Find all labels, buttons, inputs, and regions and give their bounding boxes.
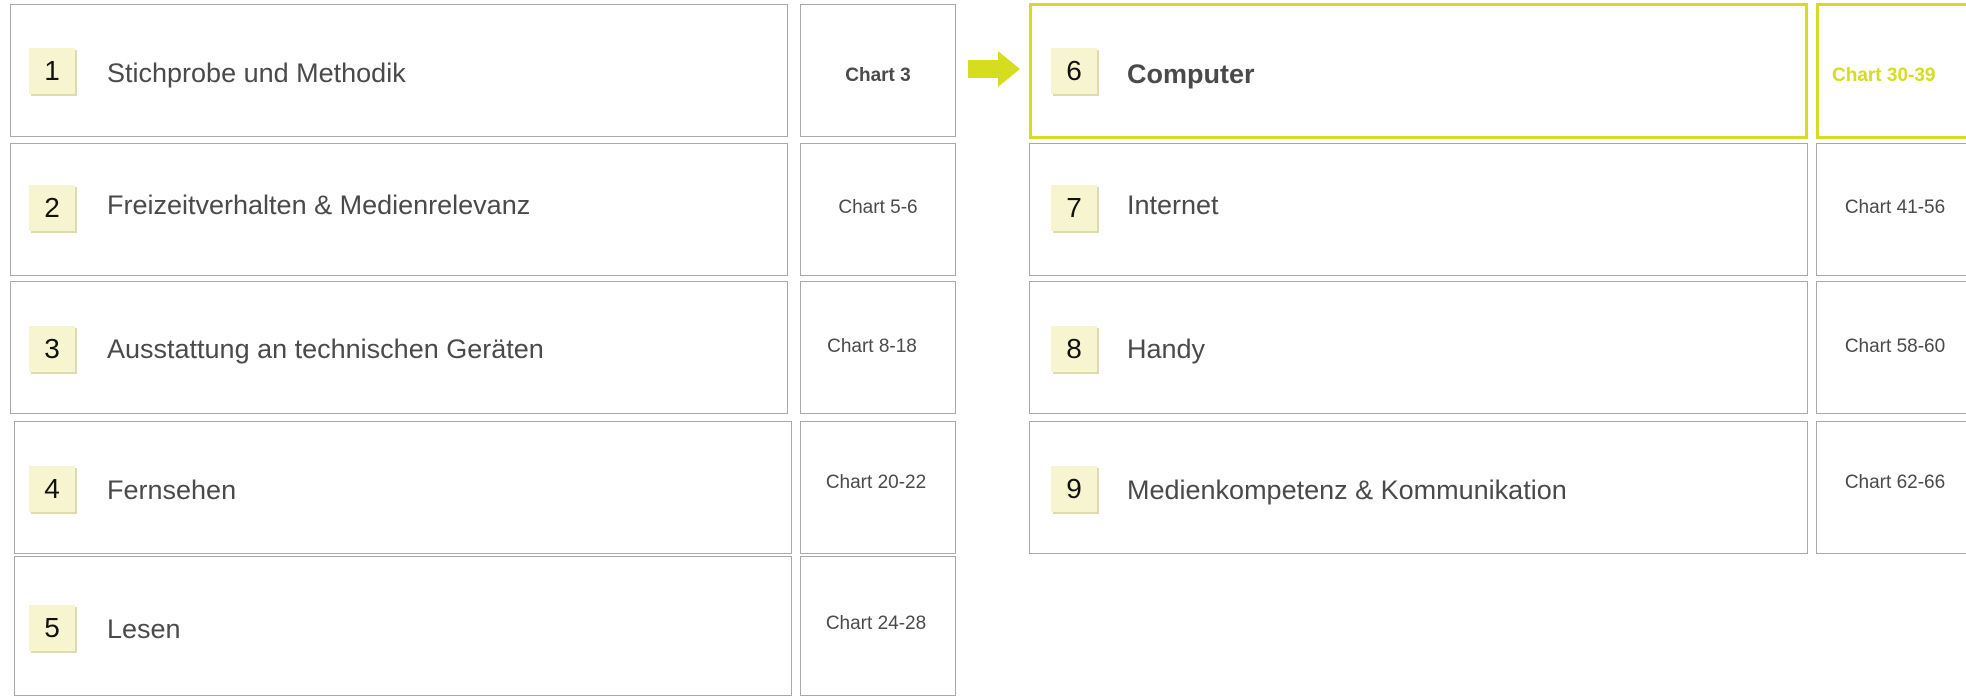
- section-title-5[interactable]: Lesen: [107, 616, 181, 643]
- chart-range-6[interactable]: Chart 30-39: [1832, 66, 1936, 85]
- section-title-3[interactable]: Ausstattung an technischen Geräten: [107, 336, 544, 363]
- section-number-5: 5: [29, 605, 75, 651]
- section-number-3: 3: [29, 326, 75, 372]
- chart-range-1[interactable]: Chart 3: [845, 66, 910, 85]
- section-number-4: 4: [29, 466, 75, 512]
- section-title-4[interactable]: Fernsehen: [107, 477, 236, 504]
- chart-range-4[interactable]: Chart 20-22: [826, 473, 926, 492]
- section-title-9[interactable]: Medienkompetenz & Kommunikation: [1127, 477, 1567, 504]
- section-title-7[interactable]: Internet: [1127, 192, 1219, 219]
- section-number-1: 1: [29, 48, 75, 94]
- section-number-8: 8: [1051, 326, 1097, 372]
- arrow-right-icon: [968, 51, 1020, 87]
- section-title-8[interactable]: Handy: [1127, 336, 1205, 363]
- section-number-9: 9: [1051, 466, 1097, 512]
- section-title-2[interactable]: Freizeitverhalten & Medienrelevanz: [107, 192, 530, 219]
- chart-range-8[interactable]: Chart 58-60: [1845, 337, 1945, 356]
- chart-range-9[interactable]: Chart 62-66: [1845, 473, 1945, 492]
- section-number-6: 6: [1051, 48, 1097, 94]
- chart-range-2[interactable]: Chart 5-6: [838, 198, 917, 217]
- chart-range-7[interactable]: Chart 41-56: [1845, 198, 1945, 217]
- section-title-1[interactable]: Stichprobe und Methodik: [107, 60, 406, 87]
- chart-range-3[interactable]: Chart 8-18: [827, 337, 917, 356]
- section-title-6[interactable]: Computer: [1127, 61, 1255, 88]
- section-number-7: 7: [1051, 185, 1097, 231]
- section-number-2: 2: [29, 185, 75, 231]
- chart-range-5[interactable]: Chart 24-28: [826, 614, 926, 633]
